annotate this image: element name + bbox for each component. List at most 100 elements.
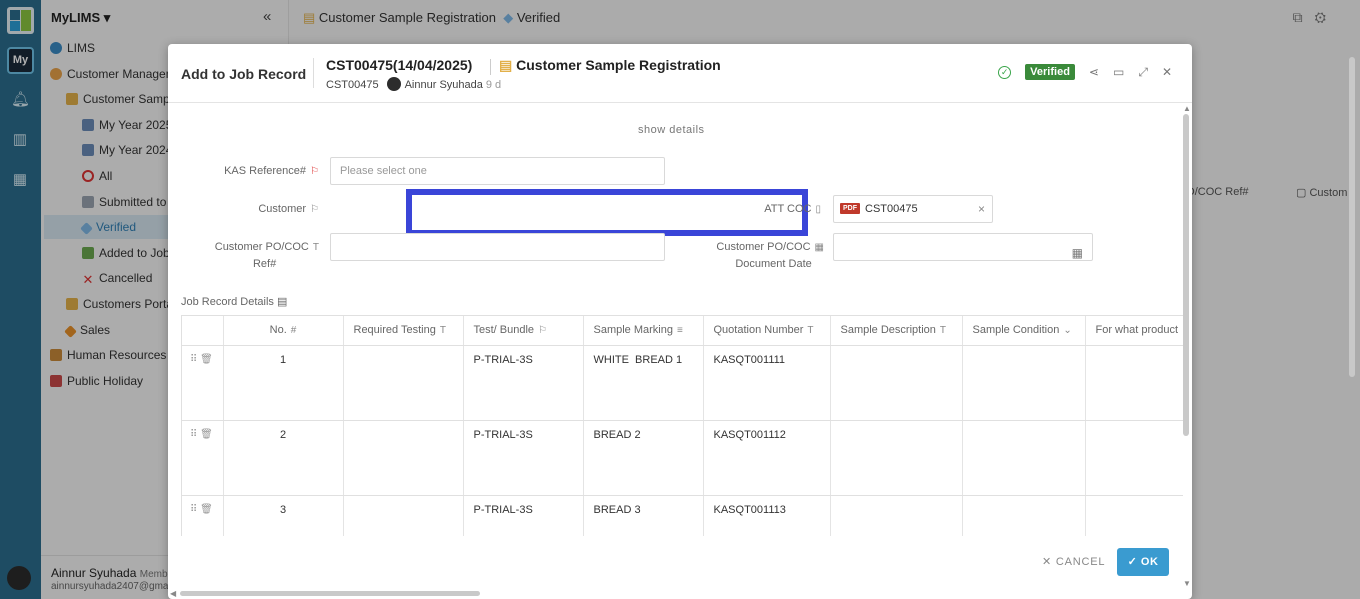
cell-required-testing[interactable] [343, 420, 464, 496]
kas-reference-label: KAS Reference# ⚐ [188, 163, 319, 180]
drag-handle-icon[interactable]: ⠿ [190, 354, 197, 365]
record-code: CST00475(14/04/2025) [326, 57, 473, 73]
record-user[interactable]: Ainnur Syuhada [405, 79, 483, 91]
check-circle-icon: ✓ [998, 65, 1012, 79]
column-header-sample-marking[interactable]: Sample Marking ≡ [583, 316, 704, 346]
cell-no: 3 [223, 495, 344, 536]
job-record-table: No. # Required Testing T Test/ Bundle ⚐ Sam… [181, 315, 1183, 536]
column-label: Sample Marking [593, 324, 673, 337]
check-icon: ✓ [1127, 556, 1138, 568]
kas-reference-select[interactable]: Please select one [330, 157, 665, 185]
trash-icon[interactable]: 🗑︎ [200, 429, 213, 440]
cell-sample-marking[interactable]: BREAD 2 [583, 420, 704, 496]
scroll-icon: ▤ [499, 57, 513, 73]
column-header-product[interactable]: For what product [1085, 316, 1183, 346]
kas-reference-label-text: KAS Reference# [224, 165, 307, 177]
po-coc-ref-label: Customer PO/COC T Ref# [188, 239, 319, 272]
column-header-required-testing[interactable]: Required Testing T [343, 316, 464, 346]
text-icon: T [939, 325, 946, 337]
trash-icon[interactable]: 🗑︎ [200, 504, 213, 515]
cell-required-testing[interactable] [343, 495, 464, 536]
divider [313, 58, 314, 88]
cell-product[interactable] [1085, 345, 1183, 421]
cancel-button[interactable]: ✕ CANCEL [1042, 555, 1105, 568]
cell-test-bundle[interactable]: P-TRIAL-3S [463, 495, 584, 536]
dialog-vertical-scrollbar[interactable] [1183, 114, 1189, 436]
scroll-up-icon[interactable]: ▲ [1183, 104, 1191, 113]
ok-label: OK [1140, 556, 1159, 568]
expand-icon[interactable]: ⤢ [1138, 65, 1148, 80]
form-name: ▤ Customer Sample Registration [499, 57, 721, 74]
cell-quotation[interactable]: KASQT001111 [703, 345, 831, 421]
add-to-job-record-dialog: Add to Job Record CST00475(14/04/2025) ▤… [168, 44, 1192, 599]
page-scrollbar[interactable] [1349, 57, 1355, 377]
status-badge: Verified [1025, 64, 1075, 80]
table-row: ⠿ 🗑︎ 2 P-TRIAL-3S BREAD 2 KASQT001112 [182, 420, 1183, 496]
cell-test-bundle[interactable]: P-TRIAL-3S [463, 420, 584, 496]
cell-description[interactable] [830, 420, 963, 496]
att-coc-file-field[interactable]: PDF CST00475 × [833, 195, 993, 223]
column-label: Required Testing [353, 324, 436, 337]
dialog-horizontal-scrollbar[interactable] [180, 591, 480, 596]
cell-condition[interactable] [962, 345, 1086, 421]
drag-handle-icon[interactable]: ⠿ [190, 504, 197, 515]
dialog-header: Add to Job Record CST00475(14/04/2025) ▤… [168, 44, 1192, 103]
cell-condition[interactable] [962, 420, 1086, 496]
cell-required-testing[interactable] [343, 345, 464, 421]
row-actions: ⠿ 🗑︎ [182, 495, 224, 536]
close-icon[interactable]: ✕ [1162, 65, 1172, 79]
record-meta: CST00475 Ainnur Syuhada 9 d [326, 77, 501, 91]
calendar-icon: ▦ [814, 242, 824, 253]
po-coc-date-label-line2: Document Date [735, 258, 812, 270]
link-icon: ⚐ [538, 325, 548, 337]
column-header-no[interactable]: No. # [223, 316, 344, 346]
calendar-icon[interactable]: ▦ [1072, 240, 1083, 266]
text-icon: T [439, 325, 446, 337]
show-details-link[interactable]: show details [638, 124, 705, 136]
cell-product[interactable] [1085, 420, 1183, 496]
po-coc-ref-label-line2: Ref# [252, 258, 277, 270]
remove-file-icon[interactable]: × [978, 202, 985, 216]
cell-test-bundle[interactable]: P-TRIAL-3S [463, 345, 584, 421]
column-header-sample-condition[interactable]: Sample Condition ⌄ [962, 316, 1086, 346]
comment-icon[interactable]: ▭ [1113, 65, 1124, 79]
cell-product[interactable] [1085, 495, 1183, 536]
column-header-sample-description[interactable]: Sample Description T [830, 316, 963, 346]
cell-quotation[interactable]: KASQT001112 [703, 420, 831, 496]
column-header-test-bundle[interactable]: Test/ Bundle ⚐ [463, 316, 584, 346]
trash-icon[interactable]: 🗑︎ [200, 354, 213, 365]
divider [490, 59, 491, 75]
row-actions: ⠿ 🗑︎ [182, 345, 224, 421]
table-row: ⠿ 🗑︎ 3 P-TRIAL-3S BREAD 3 KASQT001113 [182, 495, 1183, 536]
column-label: For what product [1095, 324, 1179, 337]
column-label: Quotation Number [713, 324, 804, 337]
column-header-quotation-number[interactable]: Quotation Number T [703, 316, 831, 346]
scroll-left-icon[interactable]: ◀ [170, 589, 176, 598]
drag-handle-icon[interactable]: ⠿ [190, 429, 197, 440]
cell-condition[interactable] [962, 495, 1086, 536]
share-icon[interactable]: ⋖ [1089, 65, 1099, 79]
column-label: No. [269, 324, 287, 337]
dropdown-icon: ⌄ [1063, 325, 1072, 337]
customer-label-text: Customer [258, 203, 307, 215]
cell-sample-marking[interactable]: BREAD 3 [583, 495, 704, 536]
cell-quotation[interactable]: KASQT001113 [703, 495, 831, 536]
ok-button[interactable]: ✓ OK [1117, 548, 1169, 576]
po-coc-date-input[interactable]: ▦ [833, 233, 1093, 261]
form-name-text: Customer Sample Registration [516, 57, 721, 73]
pdf-icon: PDF [840, 203, 860, 214]
number-icon: # [290, 325, 297, 337]
cell-description[interactable] [830, 495, 963, 536]
att-coc-label-text: ATT COC [764, 203, 812, 215]
dialog-actions: ✓ Verified ⋖ ▭ ⤢ ✕ [998, 64, 1172, 80]
scroll-down-icon[interactable]: ▼ [1183, 579, 1191, 588]
cell-description[interactable] [830, 345, 963, 421]
att-coc-file-name[interactable]: CST00475 [865, 203, 918, 215]
cancel-label: CANCEL [1055, 556, 1106, 568]
po-coc-ref-input[interactable] [330, 233, 665, 261]
po-coc-date-label-line1: Customer PO/COC [716, 241, 811, 253]
text-icon: T [312, 242, 319, 253]
cell-sample-marking[interactable]: WHITE BREAD 1 [583, 345, 704, 421]
table-header-row: No. # Required Testing T Test/ Bundle ⚐ Sam… [182, 316, 1183, 346]
customer-label: Customer ⚐ [188, 201, 319, 218]
